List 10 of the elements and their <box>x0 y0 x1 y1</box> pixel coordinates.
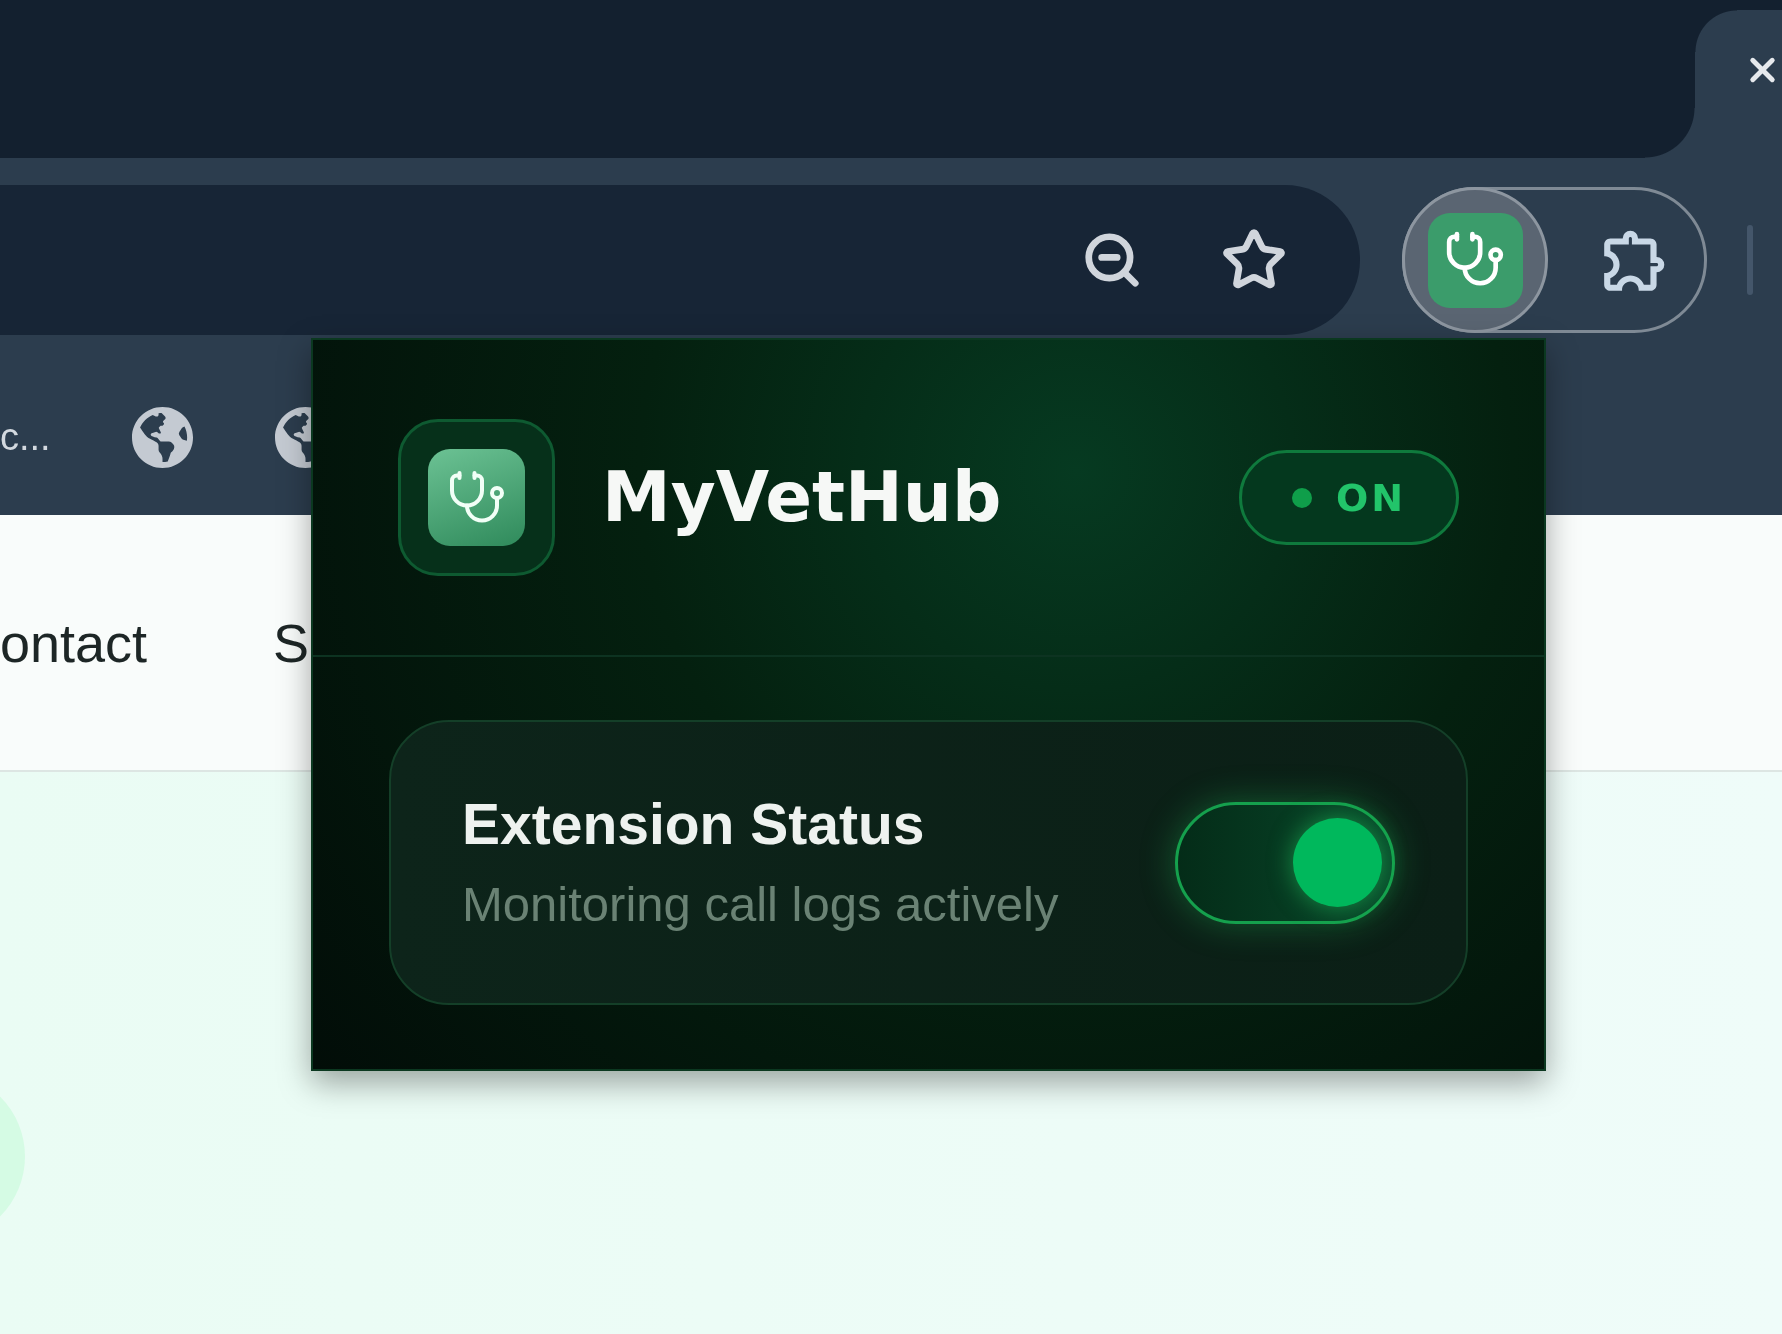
status-description: Monitoring call logs actively <box>462 875 1059 933</box>
nav-link[interactable]: ontact <box>0 615 148 670</box>
toggle-switch[interactable] <box>1175 801 1395 924</box>
status-label: ON <box>1335 478 1407 517</box>
bookmark-link[interactable]: c... <box>0 418 51 456</box>
stethoscope-icon <box>398 419 555 576</box>
status-title: Extension Status <box>462 791 926 856</box>
nav-link[interactable]: S <box>273 615 310 670</box>
stethoscope-icon <box>1427 212 1523 308</box>
globe-icon[interactable] <box>130 405 194 469</box>
